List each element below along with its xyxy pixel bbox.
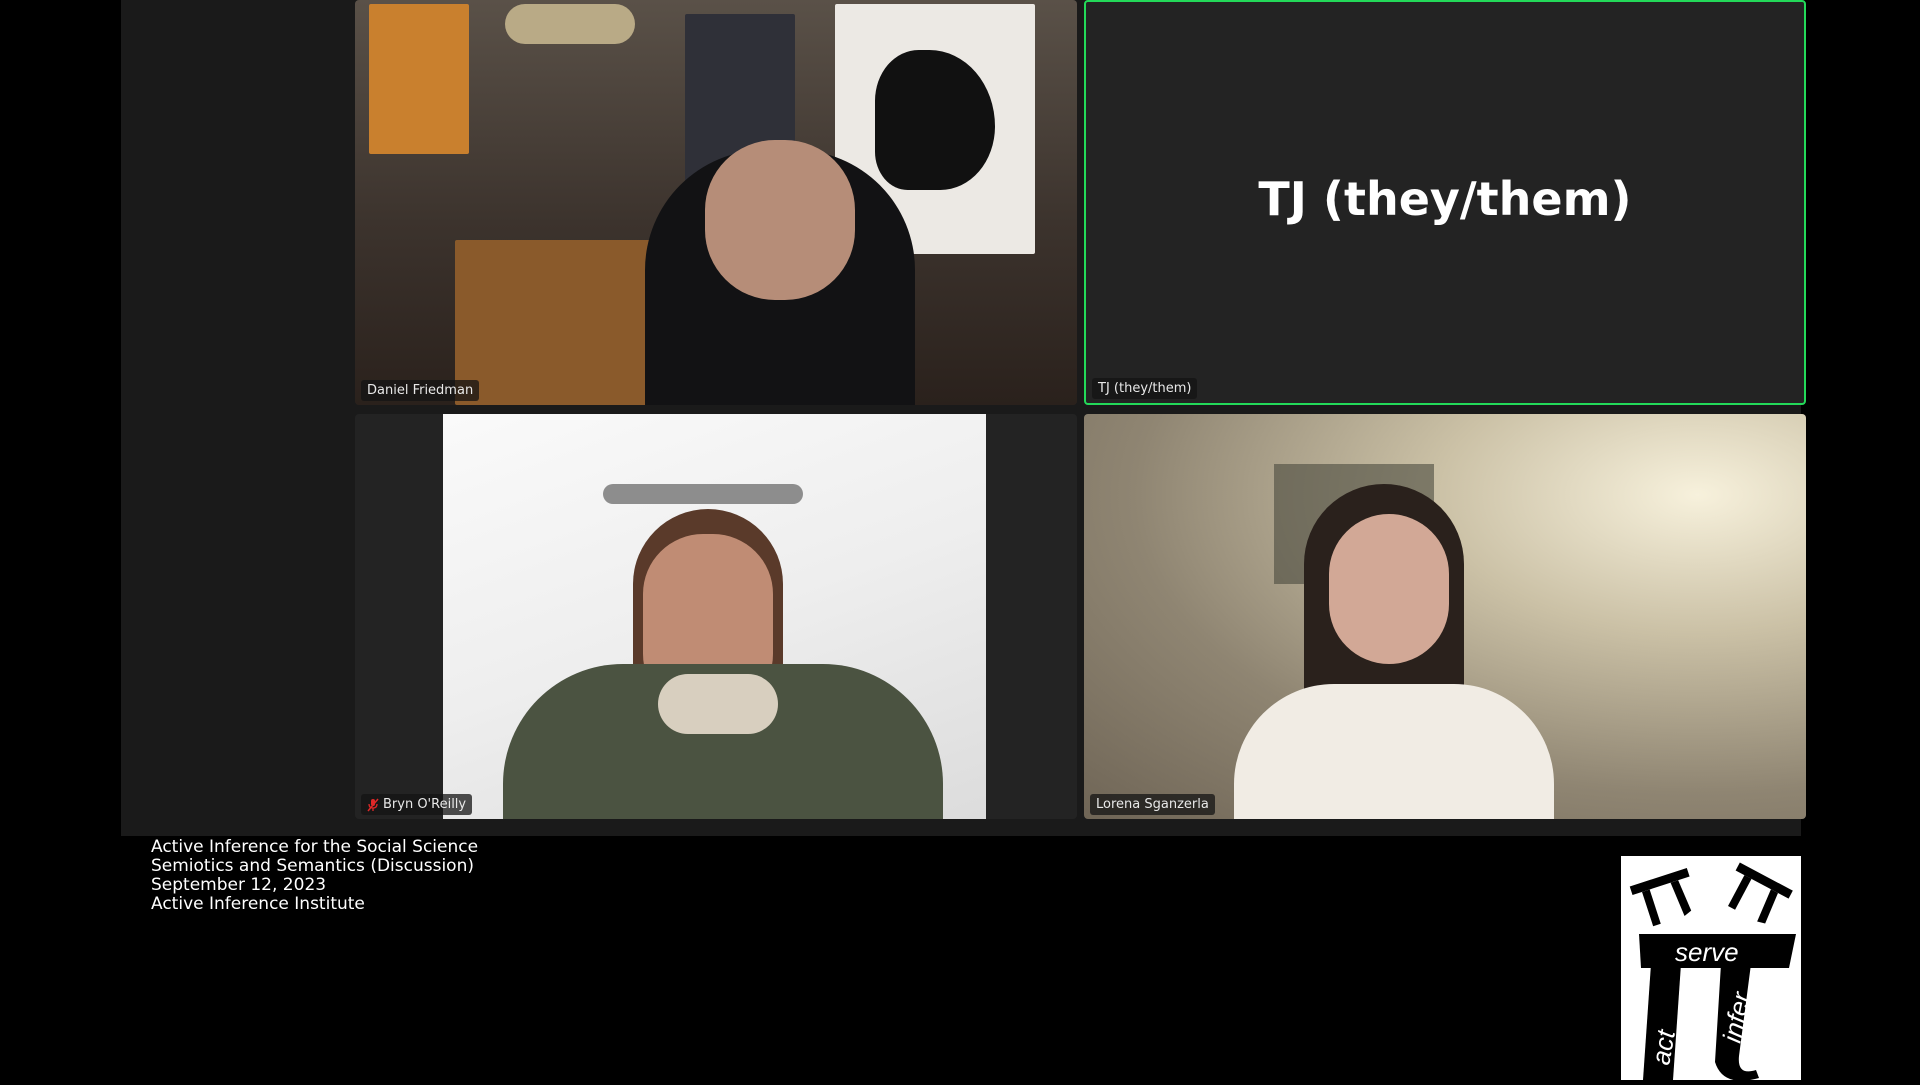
participant-video <box>355 0 1077 405</box>
participant-tile-tj[interactable]: TJ (they/them) TJ (they/them) <box>1084 0 1806 405</box>
caption-session-title: Semiotics and Semantics (Discussion) <box>151 856 474 876</box>
caption-date: September 12, 2023 <box>151 875 327 895</box>
participant-name: Daniel Friedman <box>367 383 474 398</box>
logo-word-act: act <box>1645 1026 1681 1067</box>
video-gallery: Daniel Friedman TJ (they/them) TJ (they/… <box>121 0 1806 836</box>
participant-name: TJ (they/them) <box>1098 381 1192 396</box>
participant-name: Lorena Sganzerla <box>1096 797 1209 812</box>
participant-name-tag: Bryn O'Reilly <box>361 794 473 815</box>
caption-organization: Active Inference Institute <box>151 894 365 914</box>
participant-tile-daniel[interactable]: Daniel Friedman <box>355 0 1077 405</box>
participant-name: Bryn O'Reilly <box>383 797 467 812</box>
participant-tile-bryn[interactable]: Bryn O'Reilly <box>355 414 1077 819</box>
event-caption: Active Inference for the Social Science … <box>151 838 478 914</box>
logo-word-serve: serve <box>1675 937 1739 967</box>
participant-video <box>1084 414 1806 819</box>
participant-placeholder-name: TJ (they/them) <box>1258 172 1632 226</box>
institute-logo: serve act infer <box>1621 856 1801 1081</box>
pi-logo-icon: serve act infer <box>1629 862 1796 1081</box>
participant-tile-lorena[interactable]: Lorena Sganzerla <box>1084 414 1806 819</box>
participant-name-tag: TJ (they/them) <box>1092 378 1198 399</box>
caption-course-title: Active Inference for the Social Science <box>151 837 479 857</box>
mic-muted-icon <box>367 798 379 811</box>
participant-name-tag: Lorena Sganzerla <box>1090 794 1215 815</box>
participant-video <box>443 414 986 819</box>
participant-name-tag: Daniel Friedman <box>361 380 480 401</box>
